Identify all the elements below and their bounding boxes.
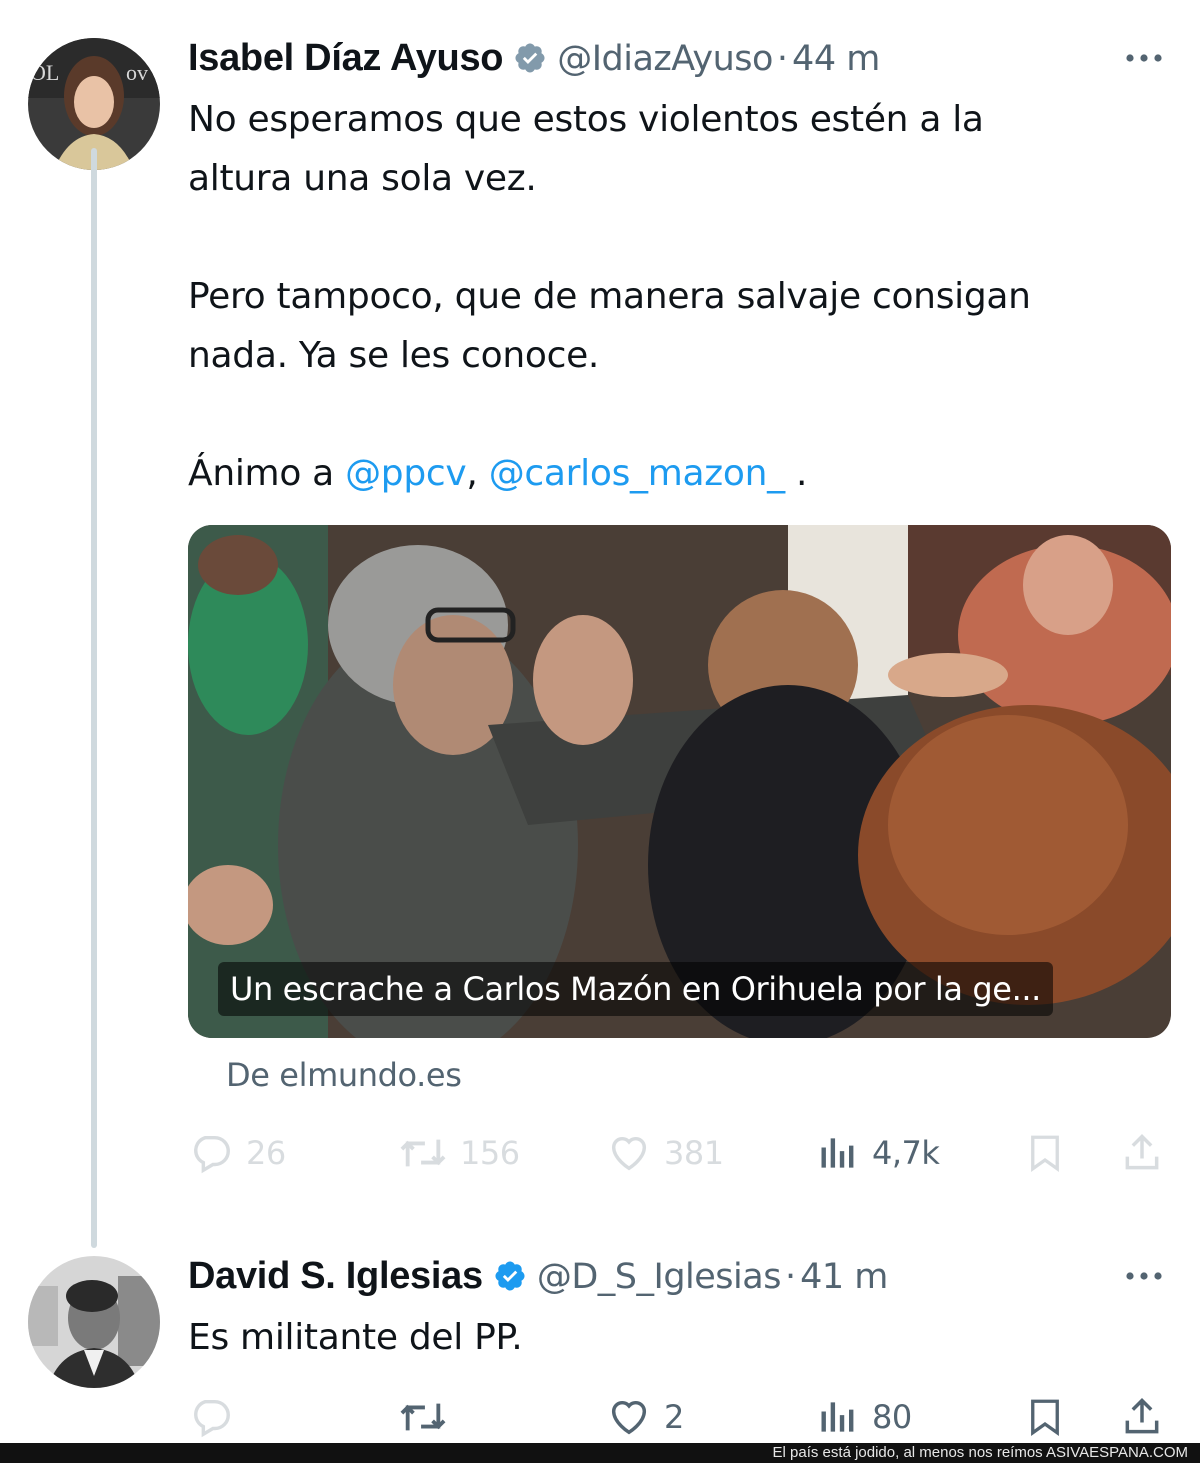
- tweet1-closing-line: Ánimo a @ppcv, @carlos_mazon_ .: [188, 444, 1031, 503]
- retweet-count: 156: [460, 1134, 520, 1172]
- more-icon[interactable]: [1122, 48, 1166, 68]
- closing-prefix: Ánimo a: [188, 453, 346, 494]
- watermark-footer: El país está jodido, al menos nos reímos…: [0, 1443, 1200, 1463]
- retweet-icon: [400, 1139, 446, 1167]
- avatar-david[interactable]: [28, 1256, 160, 1388]
- bookmark-button[interactable]: [1024, 1126, 1066, 1180]
- svg-text:OL: OL: [30, 60, 59, 85]
- tweet1-line: Pero tampoco, que de manera salvaje cons…: [188, 276, 1031, 317]
- tweet1-author-name[interactable]: Isabel Díaz Ayuso: [188, 37, 504, 80]
- share-icon: [1125, 1134, 1159, 1170]
- separator-dot: ·: [776, 39, 789, 79]
- views-button[interactable]: 80: [816, 1390, 912, 1444]
- tweet2-actions: 2 80: [188, 1390, 1168, 1444]
- tweet2-header: David S. Iglesias @D_S_Iglesias · 41 m: [188, 1254, 888, 1298]
- svg-text:ov: ov: [126, 60, 148, 85]
- media-caption: Un escrache a Carlos Mazón en Orihuela p…: [218, 962, 1053, 1016]
- tweet1-line: altura una sola vez.: [188, 158, 537, 199]
- views-count: 4,7k: [872, 1134, 940, 1172]
- verified-badge-icon[interactable]: [513, 41, 547, 75]
- share-icon: [1125, 1398, 1159, 1434]
- tweet1-line: nada. Ya se les conoce.: [188, 335, 600, 376]
- tweet2-text: Es militante del PP.: [188, 1317, 523, 1358]
- share-button[interactable]: [1120, 1390, 1164, 1444]
- link-source[interactable]: De elmundo.es: [226, 1056, 462, 1094]
- tweet1-timestamp[interactable]: 44 m: [792, 39, 880, 79]
- like-button[interactable]: 381: [606, 1126, 724, 1180]
- mention-separator: ,: [466, 453, 489, 494]
- reply-button[interactable]: 26: [188, 1126, 286, 1180]
- footer-text: El país está jodido, al menos nos reímos…: [772, 1444, 1188, 1461]
- like-count: 2: [664, 1398, 684, 1436]
- bookmark-button[interactable]: [1024, 1390, 1066, 1444]
- reply-icon: [194, 1135, 230, 1174]
- more-icon[interactable]: [1122, 1266, 1166, 1286]
- like-count: 381: [664, 1134, 724, 1172]
- retweet-icon: [400, 1403, 446, 1431]
- reply-button[interactable]: [188, 1390, 234, 1444]
- mention-carlos-mazon[interactable]: @carlos_mazon_: [489, 453, 785, 494]
- verified-badge-icon[interactable]: [493, 1259, 527, 1293]
- views-icon: [821, 1138, 854, 1168]
- tweet1-line: No esperamos que estos violentos estén a…: [188, 99, 984, 140]
- mention-ppcv[interactable]: @ppcv: [345, 453, 467, 494]
- like-icon: [611, 1136, 647, 1171]
- tweet2-author-name[interactable]: David S. Iglesias: [188, 1255, 483, 1298]
- separator-dot: ·: [784, 1257, 797, 1297]
- retweet-button[interactable]: 156: [398, 1126, 520, 1180]
- reply-icon: [194, 1399, 230, 1438]
- views-count: 80: [872, 1398, 912, 1436]
- tweet1-header: Isabel Díaz Ayuso @IdiazAyuso · 44 m: [188, 36, 880, 80]
- views-icon: [821, 1402, 854, 1432]
- share-button[interactable]: [1120, 1126, 1164, 1180]
- bookmark-icon: [1031, 1399, 1059, 1436]
- retweet-button[interactable]: [398, 1390, 448, 1444]
- closing-suffix: .: [784, 453, 808, 494]
- thread-line: [91, 148, 97, 1248]
- like-button[interactable]: 2: [606, 1390, 684, 1444]
- bookmark-icon: [1031, 1135, 1059, 1172]
- reply-count: 26: [246, 1134, 286, 1172]
- like-icon: [611, 1400, 647, 1435]
- tweet1-handle[interactable]: @IdiazAyuso: [557, 39, 773, 79]
- views-button[interactable]: 4,7k: [816, 1126, 940, 1180]
- tweet1-actions: 26 156 381 4,7k: [188, 1126, 1168, 1180]
- tweet2-handle[interactable]: @D_S_Iglesias: [537, 1257, 782, 1297]
- tweet2-timestamp[interactable]: 41 m: [800, 1257, 888, 1297]
- tweet1-text: No esperamos que estos violentos estén a…: [188, 90, 1031, 503]
- avatar-image: [28, 1256, 160, 1388]
